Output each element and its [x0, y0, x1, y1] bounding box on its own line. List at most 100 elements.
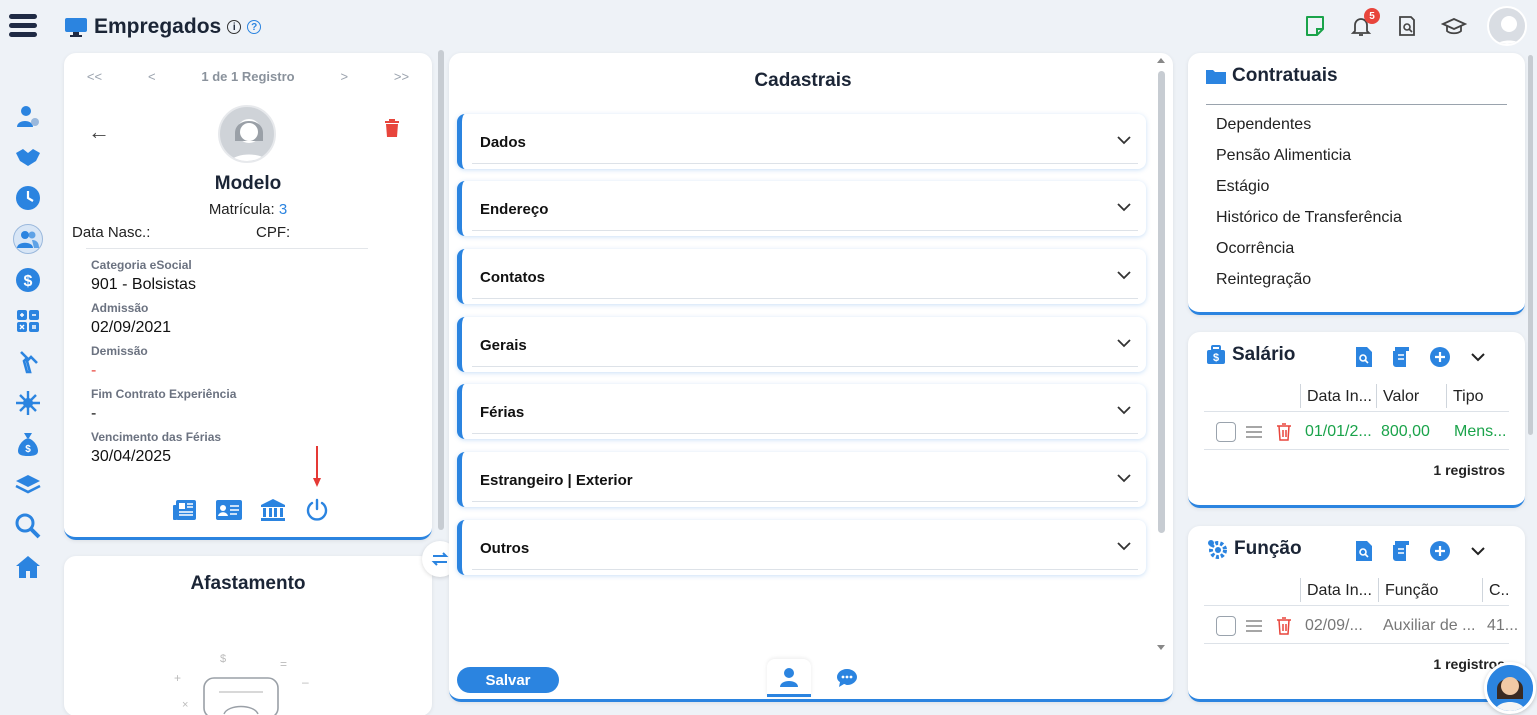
link-historico-transferencia[interactable]: Histórico de Transferência	[1216, 208, 1402, 239]
tab-chat[interactable]	[825, 659, 869, 697]
chevron-down-icon[interactable]	[1467, 540, 1489, 562]
field-value: 30/04/2025	[91, 448, 172, 465]
delete-employee-icon[interactable]	[384, 119, 400, 142]
search-doc-icon[interactable]	[1353, 346, 1375, 368]
contratuais-title: Contratuais	[1232, 65, 1338, 86]
matricula-label: Matrícula:	[208, 201, 275, 218]
employee-fields: Categoria eSocial 901 - Bolsistas Admiss…	[91, 258, 236, 473]
column-header[interactable]: Data In...	[1300, 578, 1378, 602]
back-arrow-icon[interactable]: ←	[88, 119, 110, 145]
nav-home[interactable]	[0, 546, 56, 587]
add-circle-icon[interactable]	[1429, 540, 1451, 562]
nav-layers[interactable]	[0, 464, 56, 505]
chevron-down-icon	[1117, 271, 1131, 280]
swap-arrows-icon	[431, 552, 449, 566]
nav-calculator[interactable]	[0, 300, 56, 341]
assistant-avatar[interactable]	[1484, 662, 1536, 714]
drag-handle-icon[interactable]	[1246, 620, 1262, 632]
column-header[interactable]: C...	[1482, 578, 1509, 602]
accordion-estrangeiro[interactable]: Estrangeiro | Exterior	[457, 452, 1146, 507]
right-column-scrollbar[interactable]	[1528, 55, 1533, 435]
profile-card: << < 1 de 1 Registro > >> ← Modelo Matrí…	[64, 53, 432, 540]
chevron-down-icon[interactable]	[1467, 346, 1489, 368]
column-header[interactable]: Valor	[1376, 384, 1446, 408]
funcao-header: Função	[1206, 538, 1302, 560]
table-row[interactable]: 02/09/... Auxiliar de ... 41...	[1204, 608, 1518, 644]
graduation-cap-icon[interactable]	[1440, 14, 1468, 38]
bell-icon[interactable]: 5	[1349, 8, 1380, 38]
column-header[interactable]: Função	[1378, 578, 1482, 602]
power-icon[interactable]	[304, 498, 330, 522]
employee-photo[interactable]	[218, 105, 276, 163]
center-scrollbar[interactable]	[1157, 58, 1165, 653]
chevron-down-icon	[1117, 136, 1131, 145]
trash-icon[interactable]	[1276, 423, 1292, 441]
profile-actions	[172, 498, 330, 522]
nav-money[interactable]: $	[0, 259, 56, 300]
user-avatar[interactable]	[1487, 6, 1527, 46]
svg-text:$: $	[24, 273, 33, 290]
chevron-down-icon	[1117, 339, 1131, 348]
matricula-value: 3	[278, 201, 288, 218]
afastamento-card: Afastamento $ = + – ×	[64, 556, 432, 715]
notification-badge: 5	[1364, 8, 1380, 24]
tab-person[interactable]	[767, 659, 811, 697]
divider	[1206, 104, 1507, 105]
chevron-down-icon	[1117, 203, 1131, 212]
nav-network[interactable]	[0, 382, 56, 423]
birth-cpf-row: Data Nasc.: CPF:	[72, 224, 422, 241]
accordion-endereco[interactable]: Endereço	[457, 181, 1146, 236]
help-icon[interactable]: ?	[247, 20, 262, 34]
cadastrais-title: Cadastrais	[754, 70, 852, 91]
prev-record-button[interactable]: <	[148, 69, 156, 84]
accordion-label: Gerais	[480, 337, 527, 354]
svg-text:$: $	[220, 653, 226, 665]
first-record-button[interactable]: <<	[87, 69, 102, 84]
accordion-contatos[interactable]: Contatos	[457, 249, 1146, 304]
nav-user-settings[interactable]	[0, 95, 56, 136]
accordion-gerais[interactable]: Gerais	[457, 317, 1146, 372]
report-search-icon[interactable]	[1395, 14, 1419, 38]
scroll-doc-icon[interactable]	[1391, 540, 1413, 562]
funcao-data: 02/09/...	[1305, 617, 1363, 634]
nav-tools[interactable]	[0, 341, 56, 382]
left-column-scrollbar[interactable]	[438, 50, 444, 530]
row-checkbox[interactable]	[1216, 422, 1236, 442]
nav-money-bag[interactable]: $	[0, 423, 56, 464]
row-checkbox[interactable]	[1216, 616, 1236, 636]
add-circle-icon[interactable]	[1429, 346, 1451, 368]
accordion-ferias[interactable]: Férias	[457, 384, 1146, 439]
info-icon[interactable]: i	[227, 20, 242, 34]
save-button[interactable]: Salvar	[457, 667, 559, 693]
nav-search[interactable]	[0, 505, 56, 546]
accordion-label: Endereço	[480, 201, 549, 218]
next-record-button[interactable]: >	[340, 69, 348, 84]
scroll-doc-icon[interactable]	[1391, 346, 1413, 368]
link-pensao[interactable]: Pensão Alimenticia	[1216, 146, 1402, 177]
id-card-icon[interactable]	[216, 498, 242, 522]
search-doc-icon[interactable]	[1353, 540, 1375, 562]
link-dependentes[interactable]: Dependentes	[1216, 115, 1402, 146]
nav-employees[interactable]	[0, 218, 56, 259]
last-record-button[interactable]: >>	[394, 69, 409, 84]
bank-icon[interactable]	[260, 498, 286, 522]
field-value: -	[91, 362, 97, 379]
trash-icon[interactable]	[1276, 617, 1292, 635]
table-row[interactable]: 01/01/2... 800,00 Mens...	[1204, 414, 1509, 450]
svg-text:×: ×	[182, 699, 188, 711]
drag-handle-icon[interactable]	[1246, 426, 1262, 438]
record-pager: << < 1 de 1 Registro > >>	[64, 69, 432, 84]
accordion-outros[interactable]: Outros	[457, 520, 1146, 575]
link-estagio[interactable]: Estágio	[1216, 177, 1402, 208]
newspaper-icon[interactable]	[172, 498, 198, 522]
accordion-dados[interactable]: Dados	[457, 114, 1146, 169]
chevron-down-icon	[1117, 406, 1131, 415]
link-reintegracao[interactable]: Reintegração	[1216, 270, 1402, 301]
link-ocorrencia[interactable]: Ocorrência	[1216, 239, 1402, 270]
column-header[interactable]: Tipo	[1446, 384, 1506, 408]
column-header[interactable]: Data In...	[1300, 384, 1376, 408]
nav-clock[interactable]	[0, 177, 56, 218]
nav-handshake[interactable]	[0, 136, 56, 177]
note-icon[interactable]	[1303, 14, 1327, 38]
hamburger-menu-icon[interactable]	[9, 14, 37, 42]
